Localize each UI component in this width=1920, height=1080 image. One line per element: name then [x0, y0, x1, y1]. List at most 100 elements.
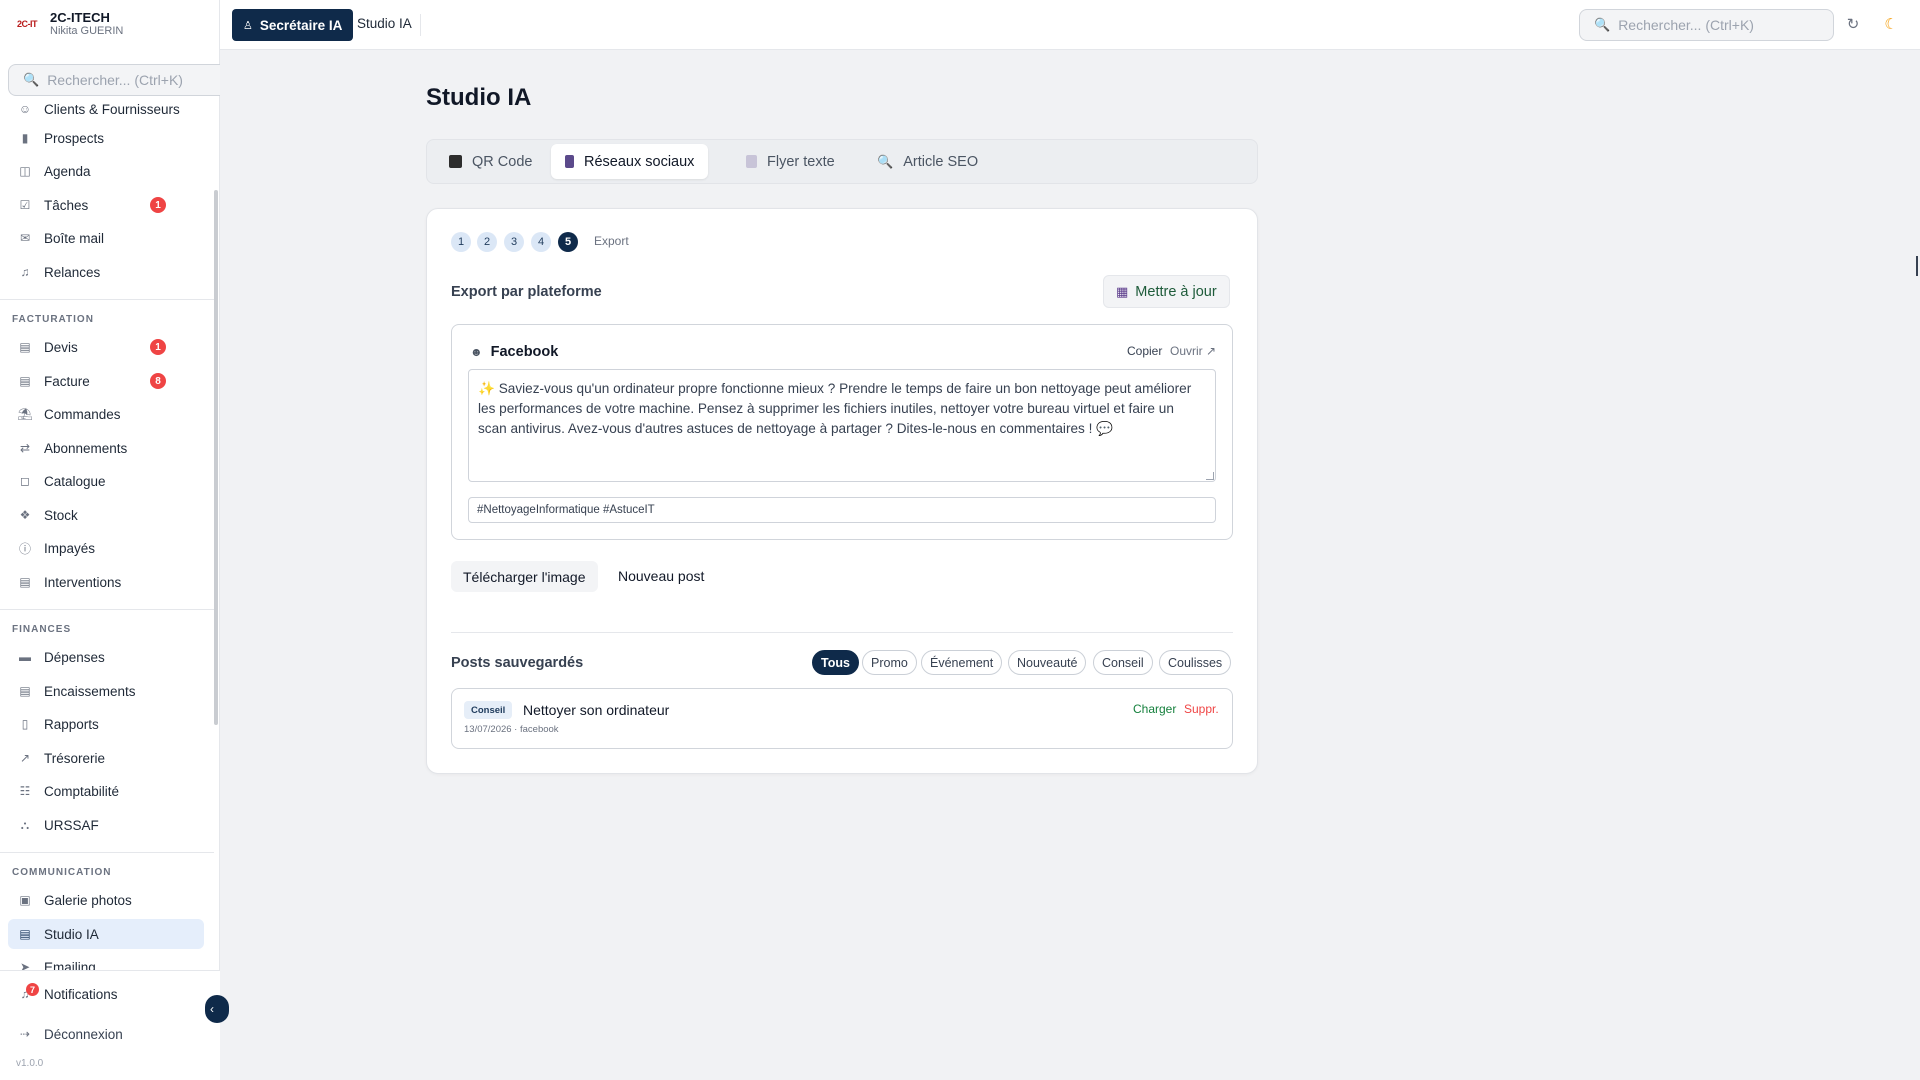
logout-button[interactable]: ⇢ Déconnexion	[8, 1019, 204, 1049]
sidebar-item-galerie[interactable]: ▣ Galerie photos	[8, 885, 204, 915]
filter-coulisses[interactable]: Coulisses	[1159, 650, 1232, 675]
divider	[420, 14, 421, 36]
sidebar-item-label: Comptabilité	[44, 783, 120, 799]
book-icon: ☷	[19, 784, 31, 798]
sidebar-item-mail[interactable]: ✉ Boîte mail	[8, 223, 204, 253]
sidebar-item-impayes[interactable]: ⓘ Impayés	[8, 533, 204, 563]
sidebar-item-urssaf[interactable]: ⛬ URSSAF	[8, 810, 204, 840]
platform-title: ☻ Facebook	[470, 344, 558, 360]
tab-label: Article SEO	[903, 153, 979, 170]
sidebar-item-taches[interactable]: ☑ Tâches 1	[8, 190, 204, 220]
copy-button[interactable]: Copier	[1127, 344, 1162, 358]
image-icon: ▣	[19, 893, 31, 907]
secretaire-ia-button[interactable]: ♙ Secrétaire IA	[232, 9, 354, 41]
new-post-button[interactable]: Nouveau post	[618, 568, 704, 584]
filter-evenement[interactable]: Événement	[921, 650, 1003, 675]
sidebar-item-label: Rapports	[44, 716, 99, 732]
step-4[interactable]: 4	[531, 232, 551, 252]
sidebar-item-stock[interactable]: ❖ Stock	[8, 500, 204, 530]
invoice-icon: ▤	[19, 374, 31, 388]
mail-icon: ✉	[19, 231, 31, 245]
notifications-button[interactable]: ♫ Notifications	[8, 979, 204, 1009]
sidebar-item-encaissements[interactable]: ▤ Encaissements	[8, 676, 204, 706]
filter-nouveaute[interactable]: Nouveauté	[1008, 650, 1087, 675]
sidebar-item-label: Dépenses	[44, 649, 105, 665]
breadcrumb[interactable]: Studio IA	[357, 16, 412, 31]
tab-qr-code[interactable]: QR Code	[435, 144, 546, 179]
count-badge: 1	[150, 197, 166, 213]
sidebar-item-facture[interactable]: ▤ Facture 8	[8, 366, 204, 396]
version-label: v1.0.0	[16, 1058, 44, 1069]
search-icon: 🔍	[23, 72, 40, 87]
sidebar-search-placeholder: Rechercher... (Ctrl+K)	[47, 72, 183, 88]
tab-article-seo[interactable]: 🔍 Article SEO	[863, 144, 992, 179]
platform-name: Facebook	[490, 344, 559, 360]
search-icon: 🔍	[1594, 17, 1611, 32]
send-icon: ➤	[19, 960, 31, 970]
download-image-button[interactable]: Télécharger l'image	[451, 561, 598, 592]
refresh-icon[interactable]: ↻	[1844, 15, 1862, 33]
delete-post-button[interactable]: Suppr.	[1184, 702, 1219, 716]
sidebar-item-label: Emailing	[44, 959, 96, 971]
tab-label: QR Code	[472, 153, 533, 170]
brand[interactable]: 2C-IT 2C-ITECH Nikita GUERIN	[14, 10, 123, 38]
resize-handle[interactable]	[1206, 472, 1214, 480]
sidebar-item-clients[interactable]: ☺ Clients & Fournisseurs	[8, 100, 204, 124]
global-search-placeholder: Rechercher... (Ctrl+K)	[1618, 17, 1754, 33]
text-cursor	[1916, 256, 1918, 276]
sidebar: 2C-IT 2C-ITECH Nikita GUERIN 🔍 Recherche…	[0, 0, 220, 1080]
load-post-button[interactable]: Charger	[1133, 702, 1176, 716]
chevron-left-icon: ‹	[210, 1002, 214, 1016]
post-text-area[interactable]: ✨ Saviez-vous qu'un ordinateur propre fo…	[468, 369, 1216, 482]
open-link[interactable]: Ouvrir ↗	[1170, 344, 1216, 358]
step-3[interactable]: 3	[504, 232, 524, 252]
save-icon: ▦	[1116, 283, 1129, 299]
step-2[interactable]: 2	[477, 232, 497, 252]
step-1[interactable]: 1	[451, 232, 471, 252]
tab-flyer-texte[interactable]: Flyer texte	[732, 144, 849, 179]
sidebar-item-rapports[interactable]: ▯ Rapports	[8, 709, 204, 739]
hashtags-input[interactable]: #NettoyageInformatique #AstuceIT	[468, 497, 1216, 523]
sidebar-item-comptabilite[interactable]: ☷ Comptabilité	[8, 776, 204, 806]
filter-promo[interactable]: Promo	[862, 650, 917, 675]
alert-circle-icon: ⓘ	[18, 541, 31, 556]
sidebar-item-emailing[interactable]: ➤ Emailing	[8, 952, 204, 971]
sidebar-item-agenda[interactable]: ◫ Agenda	[8, 156, 204, 186]
sidebar-item-interventions[interactable]: ▤ Interventions	[8, 567, 204, 597]
global-search-input[interactable]: 🔍 Rechercher... (Ctrl+K)	[1579, 9, 1834, 41]
filter-conseil[interactable]: Conseil	[1093, 650, 1153, 675]
update-button[interactable]: ▦ Mettre à jour	[1103, 275, 1230, 308]
sidebar-item-label: Devis	[44, 339, 78, 355]
sidebar-nav[interactable]: ☺ Clients & Fournisseurs ▮ Prospects ◫ A…	[0, 100, 214, 970]
bank-icon: ⛬	[20, 817, 30, 832]
notifications-badge: 7	[26, 983, 39, 996]
filter-tous[interactable]: Tous	[812, 650, 859, 675]
step-5[interactable]: 5	[558, 232, 578, 252]
sidebar-item-label: Commandes	[44, 406, 121, 422]
count-badge: 8	[150, 373, 166, 389]
sidebar-collapse-button[interactable]: ‹	[205, 995, 229, 1023]
sidebar-item-depenses[interactable]: ▬ Dépenses	[8, 642, 204, 672]
sidebar-scrollbar[interactable]	[214, 190, 218, 725]
sidebar-item-devis[interactable]: ▤ Devis 1	[8, 332, 204, 362]
sidebar-search-input[interactable]: 🔍 Rechercher... (Ctrl+K)	[8, 64, 220, 96]
sidebar-item-prospects[interactable]: ▮ Prospects	[8, 123, 204, 153]
tab-reseaux-sociaux[interactable]: Réseaux sociaux	[551, 144, 709, 179]
checkbox-icon: ☑	[19, 198, 31, 212]
sidebar-item-label: Tâches	[44, 197, 89, 213]
sidebar-item-label: Boîte mail	[44, 230, 105, 246]
sidebar-item-abonnements[interactable]: ⇄ Abonnements	[8, 433, 204, 463]
logout-icon: ⇢	[19, 1027, 31, 1041]
sidebar-item-studio-ia[interactable]: ▤ Studio IA	[8, 919, 204, 949]
post-title: Nettoyer son ordinateur	[523, 702, 670, 718]
sidebar-item-tresorerie[interactable]: ↗ Trésorerie	[8, 743, 204, 773]
sidebar-item-catalogue[interactable]: ◻ Catalogue	[8, 466, 204, 496]
magnifier-icon: 🔍	[877, 153, 894, 169]
moon-icon[interactable]: ☾	[1882, 15, 1900, 33]
saved-post-item[interactable]	[451, 688, 1233, 749]
sidebar-item-commandes[interactable]: ⛱ Commandes	[8, 399, 204, 429]
sidebar-item-relances[interactable]: ♫ Relances	[8, 257, 204, 287]
people-icon: ☻	[470, 345, 483, 359]
users-icon: ☺	[18, 102, 32, 116]
sidebar-item-label: Catalogue	[44, 473, 106, 489]
